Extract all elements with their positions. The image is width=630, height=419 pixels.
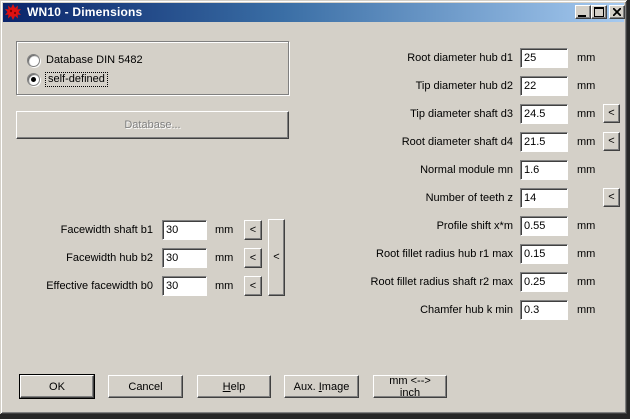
link-arrow-icon: < xyxy=(608,136,614,147)
button-label: Aux. xyxy=(294,381,319,393)
source-groupbox: Database DIN 5482 self-defined xyxy=(16,41,289,95)
radio-icon[interactable] xyxy=(27,54,40,67)
unit-label: mm xyxy=(215,248,233,268)
field-input-d4[interactable] xyxy=(520,132,568,152)
field-input-r1[interactable] xyxy=(520,244,568,264)
radio-option-self-defined[interactable]: self-defined xyxy=(27,72,107,86)
database-button-label: Database... xyxy=(124,119,180,131)
field-label-d1: Root diameter hub d1 xyxy=(300,48,513,68)
field-label-z: Number of teeth z xyxy=(300,188,513,208)
field-label-mn: Normal module mn xyxy=(300,160,513,180)
field-label-r2: Root fillet radius shaft r2 max xyxy=(300,272,513,292)
button-label-underline: H xyxy=(223,381,231,393)
field-label-d2: Tip diameter hub d2 xyxy=(300,76,513,96)
field-input-k[interactable] xyxy=(520,300,568,320)
field-input-r2[interactable] xyxy=(520,272,568,292)
ok-button[interactable]: OK xyxy=(20,375,94,398)
minimize-button[interactable] xyxy=(575,5,591,19)
unit-label: mm xyxy=(577,216,595,236)
link-arrow-icon: < xyxy=(608,108,614,119)
link-arrow-icon: < xyxy=(250,225,256,236)
field-input-d1[interactable] xyxy=(520,48,568,68)
unit-label: mm xyxy=(577,272,595,292)
unit-label: mm xyxy=(577,300,595,320)
unit-label: mm xyxy=(577,104,595,124)
field-label-r1: Root fillet radius hub r1 max xyxy=(300,244,513,264)
cancel-button[interactable]: Cancel xyxy=(108,375,183,398)
field-label-b2: Facewidth hub b2 xyxy=(10,248,153,268)
link-button-b0[interactable]: < xyxy=(244,276,262,296)
field-input-d2[interactable] xyxy=(520,76,568,96)
unit-label: mm xyxy=(577,132,595,152)
field-input-xm[interactable] xyxy=(520,216,568,236)
field-label-b0: Effective facewidth b0 xyxy=(10,276,153,296)
unit-label: mm xyxy=(215,220,233,240)
link-button-b2[interactable]: < xyxy=(244,248,262,268)
help-button[interactable]: Help xyxy=(197,375,271,398)
field-input-b1[interactable] xyxy=(162,220,207,240)
unit-label: mm xyxy=(577,76,595,96)
radio-selected-dot xyxy=(31,77,36,82)
database-button: Database... xyxy=(16,111,289,139)
unit-label: mm xyxy=(215,276,233,296)
field-label-b1: Facewidth shaft b1 xyxy=(10,220,153,240)
desktop-backdrop: WN10 - Dimensions Database DIN 5482 self xyxy=(0,0,630,419)
link-arrow-icon: < xyxy=(608,192,614,203)
radio-option-database[interactable]: Database DIN 5482 xyxy=(27,53,143,67)
radio-icon[interactable] xyxy=(27,73,40,86)
titlebar: WN10 - Dimensions xyxy=(3,3,624,22)
mm-inch-toggle-button[interactable]: mm <--> inch xyxy=(373,375,447,398)
link-arrow-icon: < xyxy=(250,281,256,292)
link-button-b1[interactable]: < xyxy=(244,220,262,240)
link-button-d3[interactable]: < xyxy=(603,104,620,123)
close-icon xyxy=(613,8,621,16)
field-input-mn[interactable] xyxy=(520,160,568,180)
link-all-facewidth-button[interactable]: < xyxy=(268,219,285,296)
field-label-d3: Tip diameter shaft d3 xyxy=(300,104,513,124)
field-label-d4: Root diameter shaft d4 xyxy=(300,132,513,152)
field-input-z[interactable] xyxy=(520,188,568,208)
aux-image-button[interactable]: Aux. Image xyxy=(284,375,359,398)
field-input-b2[interactable] xyxy=(162,248,207,268)
button-label: Cancel xyxy=(128,381,162,393)
maximize-button[interactable] xyxy=(591,5,607,19)
radio-label[interactable]: self-defined xyxy=(46,73,107,86)
close-button[interactable] xyxy=(609,5,625,19)
unit-label: mm xyxy=(577,160,595,180)
radio-label[interactable]: Database DIN 5482 xyxy=(46,54,143,67)
button-label: mm <--> inch xyxy=(389,375,431,399)
field-label-k: Chamfer hub k min xyxy=(300,300,513,320)
button-label: OK xyxy=(49,381,65,393)
link-button-z[interactable]: < xyxy=(603,188,620,207)
link-button-d4[interactable]: < xyxy=(603,132,620,151)
link-arrow-icon: < xyxy=(250,253,256,264)
dialog-window: WN10 - Dimensions Database DIN 5482 self xyxy=(0,0,627,414)
app-icon xyxy=(5,4,21,20)
maximize-icon xyxy=(594,7,604,17)
link-arrow-icon: < xyxy=(273,252,279,263)
unit-label: mm xyxy=(577,244,595,264)
window-title: WN10 - Dimensions xyxy=(27,3,142,22)
button-label: mage xyxy=(322,381,350,393)
field-input-b0[interactable] xyxy=(162,276,207,296)
minimize-icon xyxy=(578,15,586,17)
unit-label: mm xyxy=(577,48,595,68)
button-label: elp xyxy=(231,381,246,393)
field-input-d3[interactable] xyxy=(520,104,568,124)
field-label-xm: Profile shift x*m xyxy=(300,216,513,236)
